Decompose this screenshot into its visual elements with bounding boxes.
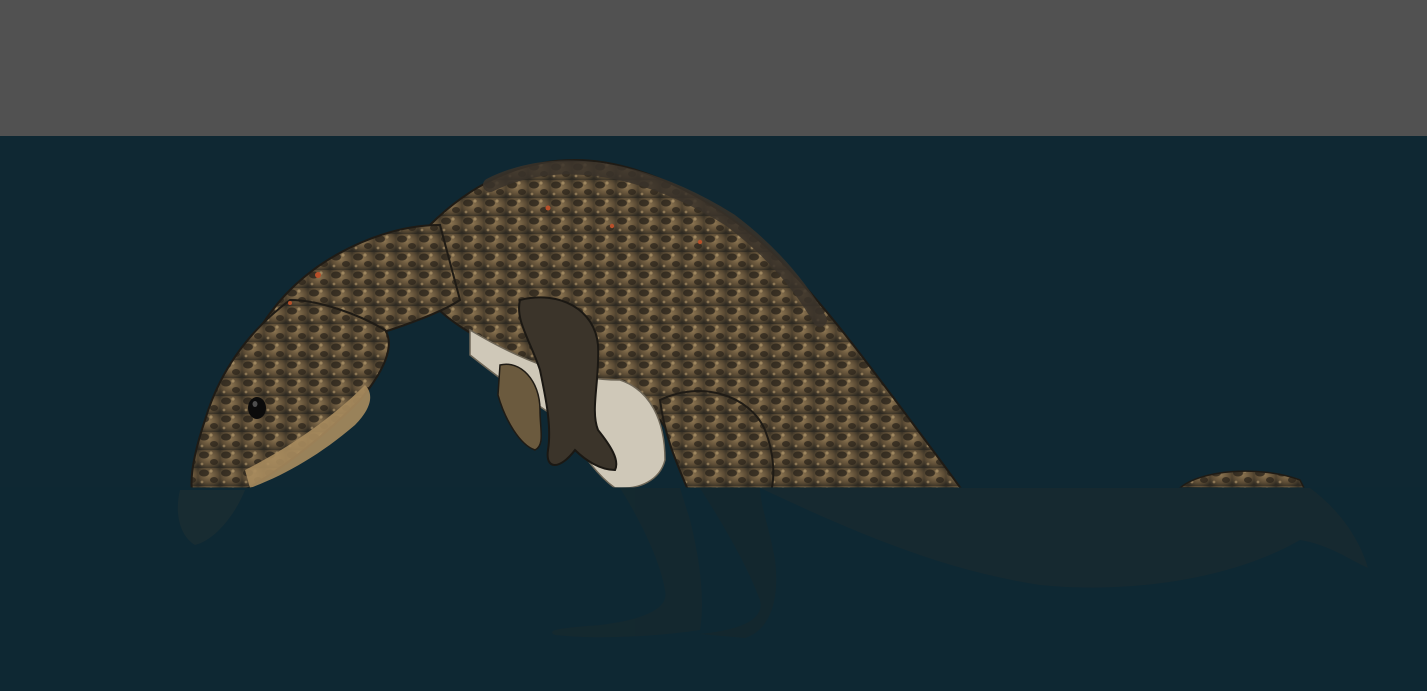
game-viewport[interactable] [0, 0, 1427, 691]
creature-body[interactable] [190, 158, 1305, 500]
water-surface-overlay [0, 487, 1427, 691]
creature-eye-icon [248, 397, 266, 419]
